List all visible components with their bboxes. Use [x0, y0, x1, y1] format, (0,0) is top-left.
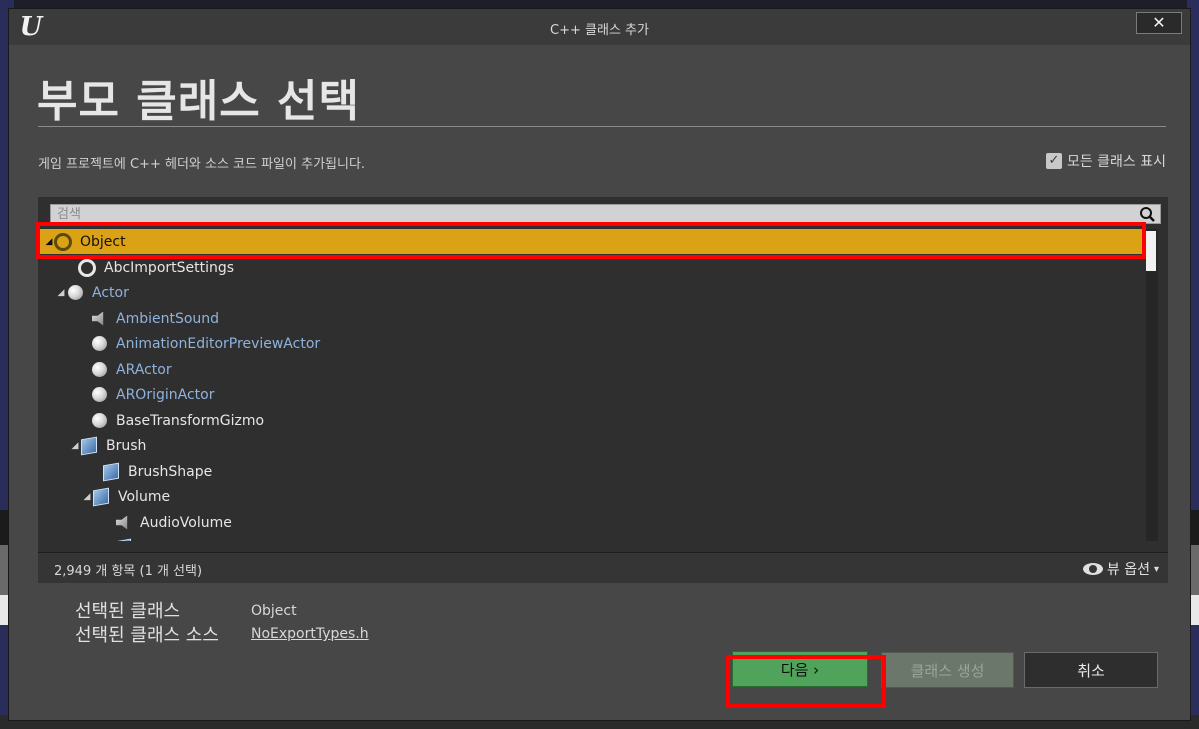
search-input[interactable] — [57, 206, 1117, 222]
expand-arrow-icon[interactable]: ◢ — [82, 492, 92, 502]
tree-row-label: AROriginActor — [116, 386, 215, 403]
tree-row-label: Brush — [106, 437, 147, 454]
sphere-icon — [90, 412, 108, 430]
sphere-icon — [66, 284, 84, 302]
tree-row-label: ARActor — [116, 361, 172, 378]
tree-row[interactable]: ◢ Brush — [38, 433, 1142, 458]
cube-icon — [92, 487, 110, 506]
tree-row[interactable]: ARActor — [38, 357, 1142, 382]
selected-class-source-link[interactable]: NoExportTypes.h — [251, 626, 369, 642]
tree-row[interactable]: AbcImportSettings — [38, 255, 1142, 280]
tree-row-label: Actor — [92, 284, 129, 301]
tree-row[interactable]: ◢ Object — [38, 229, 1142, 254]
tree-row-label: BrushShape — [128, 463, 213, 480]
tree-row[interactable]: AmbientSound — [38, 306, 1142, 331]
tree-row-label: BaseTransformGizmo — [116, 412, 265, 429]
close-button[interactable]: ✕ — [1136, 12, 1182, 34]
search-field[interactable] — [50, 204, 1161, 224]
tree-row[interactable]: ◢ Actor — [38, 280, 1142, 305]
class-list-panel: ◢ Object AbcImportSettings ◢ Actor AmbientSou… — [38, 197, 1168, 583]
sphere-icon — [90, 361, 108, 379]
eye-icon — [1082, 563, 1103, 575]
sphere-icon — [90, 386, 108, 404]
tree-row-label: AudioVolume — [140, 514, 232, 531]
class-tree: ◢ Object AbcImportSettings ◢ Actor AmbientSou… — [38, 229, 1148, 541]
sphere-icon — [90, 335, 108, 353]
create-class-button[interactable]: 클래스 생성 — [881, 652, 1014, 688]
scrollbar-track[interactable] — [1146, 229, 1158, 541]
tree-row-label: AbcImportSettings — [104, 259, 235, 276]
tree-row-label: Object — [80, 233, 126, 250]
page-title: 부모 클래스 선택 — [37, 76, 360, 127]
tree-row[interactable]: AnimationEditorPreviewActor — [38, 331, 1142, 356]
list-footer: 2,949 개 항목 (1 개 선택) 뷰 옵션 ▾ — [38, 552, 1168, 583]
title-bar[interactable]: U C++ 클래스 추가 ✕ — [9, 9, 1190, 45]
tree-row[interactable]: AROriginActor — [38, 382, 1142, 407]
tree-row[interactable]: ◢ Volume — [38, 484, 1142, 509]
window-title: C++ 클래스 추가 — [550, 23, 649, 38]
tree-row[interactable]: AudioVolume — [38, 510, 1142, 535]
speaker-icon — [90, 310, 108, 328]
tree-row-label: Volume — [118, 488, 171, 505]
title-divider — [38, 126, 1166, 127]
chevron-down-icon: ▾ — [1153, 563, 1159, 575]
next-button[interactable]: 다음 › — [732, 651, 868, 687]
page-description: 게임 프로젝트에 C++ 헤더와 소스 코드 파일이 추가됩니다. — [38, 157, 366, 172]
cube-icon — [114, 538, 132, 541]
cancel-button[interactable]: 취소 — [1024, 652, 1158, 688]
tree-row[interactable]: BrushShape — [38, 459, 1142, 484]
view-options-button[interactable]: 뷰 옵션 ▾ — [1082, 559, 1159, 579]
tree-row[interactable]: BlockingVolume — [38, 535, 1142, 541]
show-all-checkbox[interactable]: ✓ — [1045, 153, 1062, 169]
expand-arrow-icon[interactable]: ◢ — [56, 288, 66, 298]
tree-row-label: BlockingVolume — [140, 540, 252, 542]
ring-icon — [54, 232, 72, 251]
show-all-label: 모든 클래스 표시 — [1066, 154, 1166, 170]
tree-row[interactable]: BaseTransformGizmo — [38, 408, 1142, 433]
tree-row-label: AnimationEditorPreviewActor — [116, 335, 321, 352]
show-all-classes-toggle[interactable]: ✓ 모든 클래스 표시 — [1045, 151, 1166, 171]
item-count: 2,949 개 항목 (1 개 선택) — [54, 564, 203, 579]
search-icon[interactable] — [1139, 206, 1155, 222]
selected-class-source-label: 선택된 클래스 소스 — [75, 625, 219, 646]
scrollbar-thumb[interactable] — [1146, 231, 1156, 271]
expand-arrow-icon[interactable]: ◢ — [70, 441, 80, 451]
add-cpp-class-dialog: U C++ 클래스 추가 ✕ 부모 클래스 선택 게임 프로젝트에 C++ 헤더… — [8, 8, 1191, 721]
view-options-label: 뷰 옵션 — [1106, 562, 1150, 578]
selected-class-label: 선택된 클래스 — [75, 601, 181, 622]
ring-icon — [78, 258, 96, 277]
selected-class-value: Object — [251, 603, 297, 619]
expand-arrow-icon[interactable]: ◢ — [44, 237, 54, 247]
tree-row-label: AmbientSound — [116, 310, 220, 327]
cube-icon — [80, 436, 98, 455]
cube-icon — [102, 462, 120, 481]
speaker-icon — [114, 514, 132, 532]
